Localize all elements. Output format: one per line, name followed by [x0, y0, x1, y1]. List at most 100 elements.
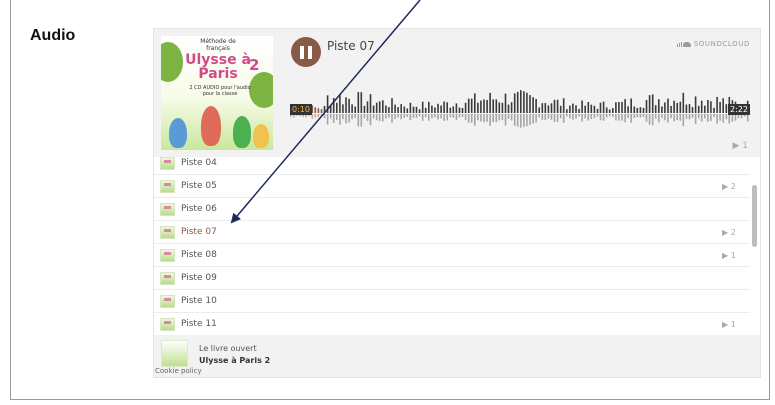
- waveform-reflection: [477, 114, 479, 121]
- waveform-bar: [403, 106, 406, 113]
- track-thumbnail: [160, 248, 175, 262]
- waveform[interactable]: [290, 79, 750, 135]
- waveform-bar: [507, 104, 510, 113]
- waveform-bar: [572, 103, 574, 113]
- waveform-reflection: [489, 114, 491, 126]
- waveform-bar: [513, 93, 516, 113]
- waveform-bar: [618, 102, 620, 113]
- waveform-reflection: [385, 114, 387, 119]
- waveform-reflection: [596, 114, 599, 117]
- waveform-reflection: [372, 114, 375, 119]
- waveform-bar: [575, 105, 577, 113]
- waveform-reflection: [523, 114, 525, 127]
- waveform-reflection: [661, 114, 663, 118]
- waveform-bar: [697, 105, 700, 113]
- waveform-bar: [495, 99, 498, 113]
- waveform-bar: [700, 100, 703, 113]
- waveform-bar: [608, 109, 611, 113]
- waveform-reflection: [437, 114, 439, 120]
- waveform-bar: [314, 107, 317, 113]
- soundcloud-logo[interactable]: SOUNDCLOUD: [676, 40, 750, 48]
- waveform-reflection: [412, 114, 415, 118]
- waveform-bar: [590, 104, 593, 113]
- waveform-reflection: [467, 114, 470, 123]
- track-row-04[interactable]: Piste 04: [154, 157, 752, 175]
- waveform-bar: [529, 95, 531, 113]
- track-row-06[interactable]: Piste 06: [154, 198, 752, 221]
- track-title: Piste 09: [181, 273, 217, 283]
- track-play-count: ▶ 1: [722, 319, 736, 329]
- waveform-reflection: [713, 114, 715, 118]
- track-row-07[interactable]: Piste 07 ▶ 2: [154, 221, 752, 244]
- waveform-reflection: [697, 114, 700, 119]
- track-thumbnail: [160, 271, 175, 285]
- track-play-count: ▶ 2: [722, 227, 736, 237]
- track-row-09[interactable]: Piste 09: [154, 267, 752, 290]
- waveform-bar: [535, 99, 537, 113]
- waveform-reflection: [569, 114, 571, 119]
- playlist-title[interactable]: Ulysse à Paris 2: [199, 356, 270, 365]
- waveform-bar: [354, 106, 356, 113]
- waveform-reflection: [394, 114, 396, 120]
- waveform-bar: [329, 105, 332, 113]
- waveform-reflection: [716, 114, 718, 124]
- track-play-count: ▶ 2: [722, 181, 736, 191]
- waveform-bar: [385, 105, 387, 113]
- waveform-reflection: [624, 114, 626, 123]
- waveform-bar: [431, 105, 433, 113]
- waveform-reflection: [722, 114, 724, 123]
- waveform-bar: [320, 109, 323, 113]
- waveform-reflection: [336, 114, 338, 121]
- waveform-reflection: [700, 114, 703, 122]
- track-row-05[interactable]: Piste 05 ▶ 2: [154, 175, 752, 198]
- track-list[interactable]: Piste 04 Piste 05 ▶ 2 Piste 06 Piste 07 …: [154, 157, 760, 335]
- waveform-reflection: [415, 114, 418, 118]
- waveform-reflection: [602, 114, 605, 121]
- uploader-name[interactable]: Le livre ouvert: [199, 344, 257, 353]
- pause-button[interactable]: [291, 37, 321, 67]
- track-row-08[interactable]: Piste 08 ▶ 1: [154, 244, 752, 267]
- waveform-bar: [679, 101, 682, 113]
- waveform-reflection: [734, 114, 737, 121]
- waveform-reflection: [406, 114, 409, 117]
- waveform-reflection: [566, 114, 568, 117]
- waveform-reflection: [339, 114, 341, 125]
- waveform-bar: [587, 102, 590, 113]
- waveform-reflection: [513, 114, 516, 126]
- waveform-bar: [332, 98, 335, 113]
- waveform-reflection: [495, 114, 498, 123]
- artwork-title: Ulysse à Paris: [185, 52, 251, 82]
- waveform-bar: [360, 92, 363, 113]
- waveform-bar: [382, 100, 384, 113]
- waveform-reflection: [363, 114, 366, 119]
- waveform-reflection: [480, 114, 482, 122]
- waveform-bar: [406, 108, 409, 113]
- track-thumbnail: [160, 225, 175, 239]
- track-row-10[interactable]: Piste 10: [154, 290, 752, 313]
- waveform-bar: [516, 91, 519, 113]
- waveform-reflection: [587, 114, 590, 121]
- waveform-bar: [612, 108, 614, 113]
- waveform-reflection: [645, 114, 648, 122]
- waveform-reflection: [323, 114, 326, 119]
- track-list-scrollbar[interactable]: [750, 157, 760, 335]
- waveform-reflection: [483, 114, 485, 123]
- album-artwork[interactable]: Méthode de français Ulysse à Paris 2 2 C…: [161, 36, 273, 150]
- waveform-reflection: [354, 114, 356, 118]
- waveform-reflection: [704, 114, 706, 119]
- tree-illustration: [161, 42, 183, 82]
- track-row-11[interactable]: Piste 11 ▶ 1: [154, 313, 752, 335]
- waveform-bar: [412, 106, 415, 113]
- waveform-bar: [440, 105, 442, 113]
- playlist-thumbnail[interactable]: [161, 340, 188, 367]
- cookie-policy-link[interactable]: Cookie policy: [155, 367, 202, 375]
- waveform-bar: [391, 98, 393, 113]
- waveform-reflection: [501, 114, 504, 121]
- artwork-subtitle: 2 CD AUDIO pour l'audio pour la classe: [189, 85, 251, 97]
- waveform-reflection: [455, 114, 458, 120]
- waveform-bar: [418, 109, 421, 113]
- waveform-bar: [636, 108, 639, 113]
- current-track-title[interactable]: Piste 07: [327, 39, 375, 53]
- waveform-bar: [366, 101, 369, 113]
- scrollbar-thumb[interactable]: [752, 185, 757, 247]
